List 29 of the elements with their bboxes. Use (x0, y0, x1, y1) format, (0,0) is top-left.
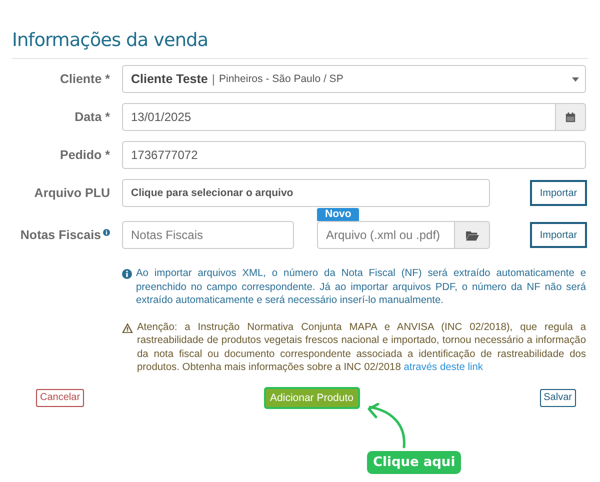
info-link[interactable]: através deste link (404, 362, 484, 373)
new-badge: Novo (317, 208, 360, 221)
info-icon (122, 269, 132, 279)
field-label: Cliente * (60, 72, 110, 86)
warning-icon (122, 322, 133, 332)
import-button[interactable]: Importar (530, 222, 587, 248)
import-button[interactable]: Importar (530, 180, 587, 206)
callout-label: Clique aqui (367, 450, 462, 474)
field-label: Data * (74, 110, 110, 124)
field-label: Pedido * (60, 148, 110, 162)
info-note: Ao importar arquivos XML, o número da Nota Fiscal (NF) será extraído automaticamente e preenchido no campo correspondente. Já ao importar arquivos PDF, o número da NF não será extraído automaticamente e será necessário inserí-lo manualmente. (136, 267, 586, 308)
caret-icon (572, 77, 579, 82)
page-title: Informações da venda (12, 30, 210, 51)
warning-note: Atenção: a Instrução Normativa Conjunta MAPA e ANVISA (INC 02/2018), que regula a rastreabilidade de produtos vegetais frescos nacional e importado, tornou necessário a informação da nota fiscal ou documento correspondente associada a identificação de rastreabilidade dos produtos. Obtenha mais informações sobre a INC 02/2018 através deste link (137, 320, 586, 374)
field-label: Arquivo PLU (34, 186, 110, 200)
file-field[interactable]: Clique para selecionar o arquivo (122, 179, 490, 207)
folder-icon (466, 230, 478, 240)
cancel-button[interactable]: Cancelar (36, 388, 84, 406)
invoice-field[interactable]: Notas Fiscais (122, 221, 294, 249)
file-field[interactable]: Arquivo (.xml ou .pdf) (317, 221, 455, 249)
client-select[interactable]: Cliente Teste | Pinheiros - São Paulo / SP (122, 65, 586, 93)
order-field[interactable]: 1736777072 (122, 141, 586, 169)
date-field[interactable]: 13/01/2025 (122, 103, 556, 131)
calendar-button[interactable] (556, 103, 586, 131)
info-icon (103, 229, 110, 236)
calendar-icon (565, 112, 576, 122)
save-button[interactable]: Salvar (540, 388, 576, 406)
folder-button[interactable] (455, 221, 490, 249)
field-label: Notas Fiscais (20, 228, 101, 242)
